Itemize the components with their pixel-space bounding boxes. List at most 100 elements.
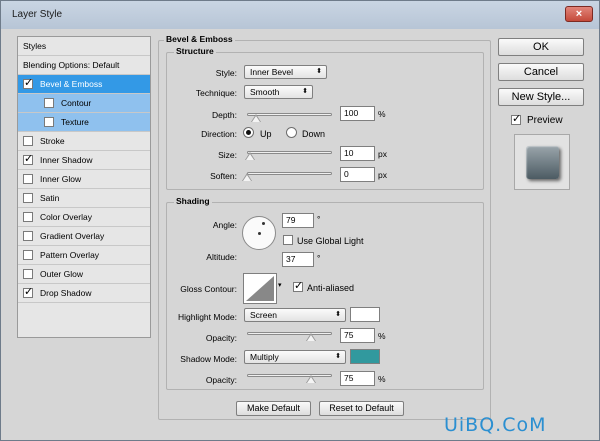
reset-to-default-button[interactable]: Reset to Default: [319, 401, 404, 416]
style-label: Style:: [215, 68, 237, 78]
contour-curve-icon: [246, 276, 274, 301]
updown-arrow-icon: ⬍: [316, 68, 322, 75]
size-input[interactable]: 10: [340, 146, 375, 161]
drop-shadow-checkbox[interactable]: ✓: [23, 286, 34, 298]
styles-header[interactable]: Styles: [18, 37, 150, 56]
depth-unit: %: [378, 109, 386, 119]
size-slider-thumb[interactable]: [245, 152, 256, 160]
soften-input[interactable]: 0: [340, 167, 375, 182]
angle-input[interactable]: 79: [282, 213, 314, 228]
shadow-mode-value: Multiply: [250, 352, 279, 362]
style-item-color-overlay[interactable]: Color Overlay: [18, 208, 150, 227]
angle-degree: °: [317, 214, 321, 224]
blending-options-item[interactable]: Blending Options: Default: [18, 56, 150, 75]
bevel-emboss-checkbox[interactable]: ✓: [23, 77, 33, 89]
direction-up-radio[interactable]: [243, 127, 254, 138]
shadow-opacity-input[interactable]: 75: [340, 371, 375, 386]
highlight-opacity-track[interactable]: [247, 332, 332, 335]
style-item-contour[interactable]: Contour: [18, 94, 150, 113]
style-item-texture[interactable]: Texture: [18, 113, 150, 132]
texture-checkbox[interactable]: [44, 117, 54, 127]
highlight-opacity-unit: %: [378, 331, 386, 341]
style-item-label: Contour: [61, 98, 92, 108]
satin-checkbox[interactable]: [23, 193, 33, 203]
new-style-button[interactable]: New Style...: [498, 88, 584, 106]
depth-label: Depth:: [211, 110, 237, 120]
pattern-overlay-checkbox[interactable]: [23, 250, 33, 260]
close-button[interactable]: ×: [565, 6, 593, 22]
shadow-opacity-label: Opacity:: [205, 375, 237, 385]
direction-down-radio[interactable]: [286, 127, 297, 138]
outer-glow-checkbox[interactable]: [23, 269, 33, 279]
highlight-color-swatch[interactable]: [350, 307, 380, 322]
title-bar: Layer Style ×: [1, 1, 599, 29]
style-item-label: Stroke: [40, 136, 65, 146]
preview-checkbox[interactable]: ✓: [511, 113, 521, 125]
contour-checkbox[interactable]: [44, 98, 54, 108]
technique-dropdown-value: Smooth: [250, 87, 280, 97]
size-unit: px: [378, 149, 387, 159]
style-item-bevel-emboss[interactable]: ✓ Bevel & Emboss: [18, 75, 150, 94]
style-item-drop-shadow[interactable]: ✓ Drop Shadow: [18, 284, 150, 303]
highlight-mode-value: Screen: [250, 310, 277, 320]
style-item-label: Color Overlay: [40, 212, 92, 222]
stroke-checkbox[interactable]: [23, 136, 33, 146]
check-icon: ✓: [294, 280, 304, 292]
dialog-client: Styles Blending Options: Default ✓ Bevel…: [7, 30, 593, 436]
contour-dropdown-arrow-icon[interactable]: ▾: [278, 281, 282, 289]
dial-center-dot: [258, 232, 261, 235]
shadow-mode-label: Shadow Mode:: [180, 354, 237, 364]
style-item-label: Gradient Overlay: [40, 231, 105, 241]
technique-dropdown[interactable]: Smooth ⬍: [244, 85, 313, 99]
use-global-light-label: Use Global Light: [297, 236, 364, 246]
soften-slider-thumb[interactable]: [242, 173, 252, 181]
angle-label: Angle:: [212, 220, 237, 230]
styles-list: Styles Blending Options: Default ✓ Bevel…: [17, 36, 151, 338]
layer-style-dialog: Layer Style × Styles Blending Options: D…: [0, 0, 600, 441]
gloss-contour-picker[interactable]: [243, 273, 277, 304]
style-item-satin[interactable]: Satin: [18, 189, 150, 208]
style-preview-thumbnail: [514, 134, 570, 190]
watermark-logo: UiBQ.CoM: [444, 414, 547, 436]
make-default-button[interactable]: Make Default: [236, 401, 311, 416]
use-global-light-checkbox[interactable]: [283, 235, 293, 245]
preview-label: Preview: [527, 115, 563, 126]
highlight-opacity-input[interactable]: 75: [340, 328, 375, 343]
shadow-opacity-thumb[interactable]: [305, 375, 316, 383]
highlight-opacity-label: Opacity:: [205, 333, 237, 343]
inner-glow-checkbox[interactable]: [23, 174, 33, 184]
style-item-outer-glow[interactable]: Outer Glow: [18, 265, 150, 284]
highlight-mode-dropdown[interactable]: Screen ⬍: [244, 308, 346, 322]
style-item-label: Texture: [61, 117, 89, 127]
direction-label: Direction:: [201, 129, 237, 139]
style-item-pattern-overlay[interactable]: Pattern Overlay: [18, 246, 150, 265]
shadow-opacity-track[interactable]: [247, 374, 332, 377]
shading-title: Shading: [174, 196, 212, 206]
size-slider-track[interactable]: [247, 151, 332, 154]
cancel-button[interactable]: Cancel: [498, 63, 584, 81]
soften-unit: px: [378, 170, 387, 180]
color-overlay-checkbox[interactable]: [23, 212, 33, 222]
anti-aliased-checkbox[interactable]: ✓: [293, 280, 304, 292]
style-item-inner-shadow[interactable]: ✓ Inner Shadow: [18, 151, 150, 170]
angle-dial[interactable]: [242, 216, 276, 250]
style-dropdown[interactable]: Inner Bevel ⬍: [244, 65, 327, 79]
depth-input[interactable]: 100: [340, 106, 375, 121]
style-item-inner-glow[interactable]: Inner Glow: [18, 170, 150, 189]
style-item-gradient-overlay[interactable]: Gradient Overlay: [18, 227, 150, 246]
shadow-color-swatch[interactable]: [350, 349, 380, 364]
highlight-opacity-thumb[interactable]: [305, 333, 316, 341]
soften-slider-track[interactable]: [247, 172, 332, 175]
shadow-mode-dropdown[interactable]: Multiply ⬍: [244, 350, 346, 364]
style-item-stroke[interactable]: Stroke: [18, 132, 150, 151]
ok-button[interactable]: OK: [498, 38, 584, 56]
depth-slider-thumb[interactable]: [250, 114, 261, 122]
style-item-label: Inner Shadow: [40, 155, 93, 165]
updown-arrow-icon: ⬍: [335, 311, 341, 318]
altitude-input[interactable]: 37: [282, 252, 314, 267]
style-item-label: Bevel & Emboss: [40, 79, 103, 89]
check-icon: ✓: [24, 286, 34, 298]
bevel-emboss-title: Bevel & Emboss: [164, 34, 235, 44]
gradient-overlay-checkbox[interactable]: [23, 231, 33, 241]
inner-shadow-checkbox[interactable]: ✓: [23, 153, 33, 165]
